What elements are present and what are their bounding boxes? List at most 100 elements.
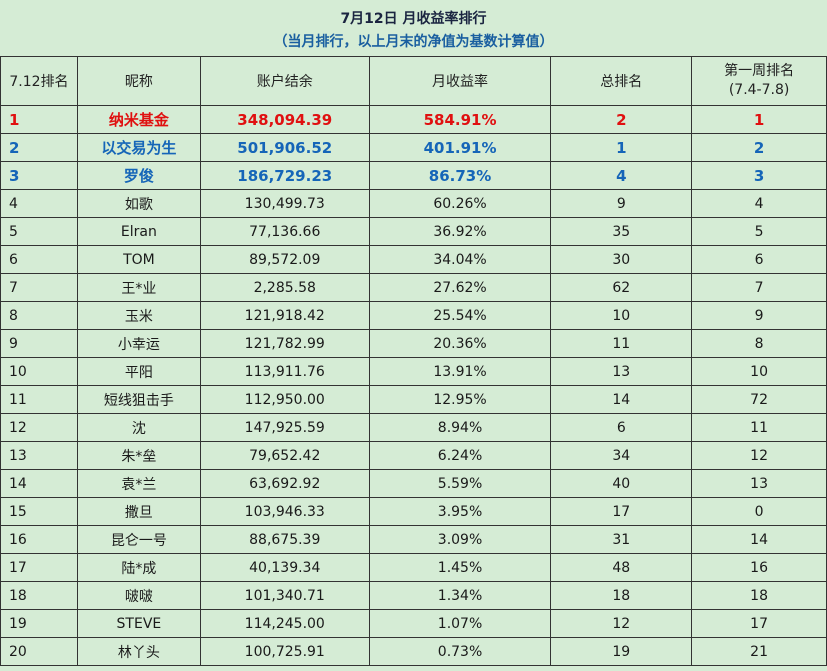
header-week1-rank: 第一周排名 (7.4-7.8) [691,56,827,106]
title-area: 7月12日 月收益率排行 （当月排行，以上月末的净值为基数计算值） [0,0,827,57]
return-cell: 34.04% [368,245,552,274]
week1-rank-cell: 17 [691,609,827,638]
return-cell: 60.26% [368,189,552,218]
rank-cell: 6 [0,245,78,274]
week1-rank-cell: 72 [691,385,827,414]
week1-rank-cell: 1 [691,105,827,134]
nickname-cell: 撒旦 [76,497,201,526]
total-rank-cell: 6 [550,413,693,442]
balance-cell: 100,725.91 [199,637,370,666]
balance-cell: 114,245.00 [199,609,370,638]
table-row: 11 短线狙击手 112,950.00 12.95% 14 72 [0,385,827,414]
balance-cell: 88,675.39 [199,525,370,554]
balance-cell: 112,950.00 [199,385,370,414]
rank-cell: 17 [0,553,78,582]
balance-cell: 101,340.71 [199,581,370,610]
week1-rank-cell: 5 [691,217,827,246]
return-cell: 3.95% [368,497,552,526]
table-row: 19 STEVE 114,245.00 1.07% 12 17 [0,609,827,638]
rank-cell: 11 [0,385,78,414]
balance-cell: 40,139.34 [199,553,370,582]
balance-cell: 2,285.58 [199,273,370,302]
week1-rank-cell: 2 [691,133,827,162]
week1-rank-cell: 18 [691,581,827,610]
nickname-cell: 小幸运 [76,329,201,358]
return-cell: 25.54% [368,301,552,330]
total-rank-cell: 1 [550,133,693,162]
spreadsheet: 7月12日 月收益率排行 （当月排行，以上月末的净值为基数计算值） 7.12排名… [0,0,827,671]
table-row: 16 昆仑一号 88,675.39 3.09% 31 14 [0,525,827,554]
table-row: 14 袁*兰 63,692.92 5.59% 40 13 [0,469,827,498]
total-rank-cell: 2 [550,105,693,134]
rank-cell: 1 [0,105,78,134]
total-rank-cell: 30 [550,245,693,274]
total-rank-cell: 9 [550,189,693,218]
table-row: 9 小幸运 121,782.99 20.36% 11 8 [0,329,827,358]
header-balance: 账户结余 [199,56,370,106]
return-cell: 0.73% [368,637,552,666]
total-rank-cell: 11 [550,329,693,358]
week1-rank-cell: 12 [691,441,827,470]
balance-cell: 121,918.42 [199,301,370,330]
return-cell: 12.95% [368,385,552,414]
ranking-table: 7.12排名 昵称 账户结余 月收益率 总排名 第一周排名 (7.4-7.8) … [0,56,827,666]
nickname-cell: 玉米 [76,301,201,330]
table-row: 5 Elran 77,136.66 36.92% 35 5 [0,217,827,246]
rank-cell: 5 [0,217,78,246]
table-row: 6 TOM 89,572.09 34.04% 30 6 [0,245,827,274]
balance-cell: 77,136.66 [199,217,370,246]
balance-cell: 79,652.42 [199,441,370,470]
rank-cell: 19 [0,609,78,638]
balance-cell: 348,094.39 [199,105,370,134]
table-row: 10 平阳 113,911.76 13.91% 13 10 [0,357,827,386]
rank-cell: 18 [0,581,78,610]
header-week1-rank-range: (7.4-7.8) [728,82,790,98]
rank-cell: 8 [0,301,78,330]
return-cell: 86.73% [368,161,552,190]
week1-rank-cell: 6 [691,245,827,274]
return-cell: 584.91% [368,105,552,134]
balance-cell: 121,782.99 [199,329,370,358]
balance-cell: 186,729.23 [199,161,370,190]
nickname-cell: 短线狙击手 [76,385,201,414]
balance-cell: 501,906.52 [199,133,370,162]
rank-cell: 13 [0,441,78,470]
nickname-cell: Elran [76,217,201,246]
header-week1-rank-title: 第一周排名 [724,63,795,79]
week1-rank-cell: 14 [691,525,827,554]
return-cell: 36.92% [368,217,552,246]
nickname-cell: 以交易为生 [76,133,201,162]
week1-rank-cell: 0 [691,497,827,526]
week1-rank-cell: 16 [691,553,827,582]
header-row: 7.12排名 昵称 账户结余 月收益率 总排名 第一周排名 (7.4-7.8) [0,56,827,106]
balance-cell: 113,911.76 [199,357,370,386]
total-rank-cell: 4 [550,161,693,190]
nickname-cell: 朱*垒 [76,441,201,470]
nickname-cell: 昆仑一号 [76,525,201,554]
nickname-cell: 罗俊 [76,161,201,190]
week1-rank-cell: 3 [691,161,827,190]
table-row: 4 如歌 130,499.73 60.26% 9 4 [0,189,827,218]
return-cell: 3.09% [368,525,552,554]
return-cell: 401.91% [368,133,552,162]
week1-rank-cell: 8 [691,329,827,358]
table-row: 2 以交易为生 501,906.52 401.91% 1 2 [0,133,827,162]
balance-cell: 130,499.73 [199,189,370,218]
rank-cell: 4 [0,189,78,218]
week1-rank-cell: 7 [691,273,827,302]
rank-cell: 15 [0,497,78,526]
nickname-cell: STEVE [76,609,201,638]
return-cell: 5.59% [368,469,552,498]
return-cell: 1.07% [368,609,552,638]
return-cell: 8.94% [368,413,552,442]
return-cell: 6.24% [368,441,552,470]
rank-cell: 9 [0,329,78,358]
week1-rank-cell: 11 [691,413,827,442]
balance-cell: 147,925.59 [199,413,370,442]
total-rank-cell: 31 [550,525,693,554]
nickname-cell: 啵啵 [76,581,201,610]
return-cell: 13.91% [368,357,552,386]
balance-cell: 89,572.09 [199,245,370,274]
nickname-cell: TOM [76,245,201,274]
table-row: 3 罗俊 186,729.23 86.73% 4 3 [0,161,827,190]
